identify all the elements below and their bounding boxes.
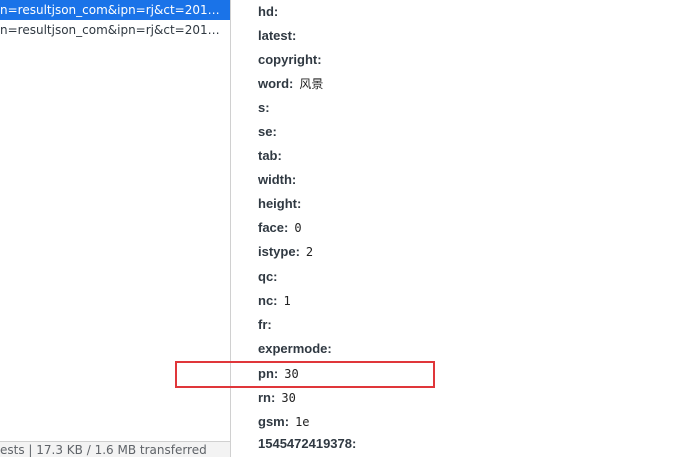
request-row[interactable]: n=resultjson_com&ipn=rj&ct=20132... bbox=[0, 20, 230, 40]
devtools-network-panel: n=resultjson_com&ipn=rj&ct=20132... n=re… bbox=[0, 0, 694, 457]
param-row-s: s: bbox=[258, 96, 276, 120]
param-row-face: face: 0 bbox=[258, 216, 302, 240]
param-row-pn: pn: 30 bbox=[258, 362, 299, 386]
param-row-tab: tab: bbox=[258, 144, 288, 168]
param-key: latest: bbox=[258, 28, 297, 43]
param-key: height: bbox=[258, 196, 302, 211]
param-key: s: bbox=[258, 100, 270, 115]
param-key: hd: bbox=[258, 4, 279, 19]
query-string-parameters: hd: latest: copyright: word: 风景 s: se: ta… bbox=[231, 0, 694, 457]
param-key: gsm: bbox=[258, 414, 290, 429]
param-key: nc: bbox=[258, 293, 278, 308]
param-row-latest: latest: bbox=[258, 24, 302, 48]
param-key: se: bbox=[258, 124, 277, 139]
request-row-selected[interactable]: n=resultjson_com&ipn=rj&ct=20132... bbox=[0, 0, 230, 20]
param-row-istype: istype: 2 bbox=[258, 240, 313, 264]
param-row-expermode: expermode: bbox=[258, 337, 338, 361]
request-list: n=resultjson_com&ipn=rj&ct=20132... n=re… bbox=[0, 0, 231, 457]
param-row-timestamp: 1545472419378: bbox=[258, 432, 362, 456]
param-value: 风景 bbox=[299, 77, 324, 91]
param-value: 1e bbox=[295, 415, 310, 429]
param-value: 2 bbox=[305, 245, 314, 259]
param-value: 30 bbox=[284, 367, 299, 381]
param-row-word: word: 风景 bbox=[258, 72, 323, 96]
param-key: pn: bbox=[258, 366, 279, 381]
param-key: tab: bbox=[258, 148, 282, 163]
param-row-height: height: bbox=[258, 192, 307, 216]
param-value: 0 bbox=[294, 221, 302, 235]
network-status-bar: ests | 17.3 KB / 1.6 MB transferred bbox=[0, 441, 230, 457]
param-key: width: bbox=[258, 172, 297, 187]
param-key: face: bbox=[258, 220, 289, 235]
param-row-qc: qc: bbox=[258, 265, 284, 289]
param-row-fr: fr: bbox=[258, 313, 278, 337]
param-row-width: width: bbox=[258, 168, 302, 192]
param-row-hd: hd: bbox=[258, 0, 284, 24]
param-key: rn: bbox=[258, 390, 276, 405]
param-row-rn: rn: 30 bbox=[258, 386, 296, 410]
param-row-nc: nc: 1 bbox=[258, 289, 291, 313]
param-key: qc: bbox=[258, 269, 278, 284]
param-key: fr: bbox=[258, 317, 272, 332]
param-key: 1545472419378: bbox=[258, 436, 357, 451]
param-key: copyright: bbox=[258, 52, 322, 67]
param-row-copyright: copyright: bbox=[258, 48, 328, 72]
param-row-se: se: bbox=[258, 120, 283, 144]
param-key: word: bbox=[258, 76, 294, 91]
status-summary-text: ests | 17.3 KB / 1.6 MB transferred bbox=[0, 443, 207, 457]
param-key: expermode: bbox=[258, 341, 332, 356]
param-value: 30 bbox=[281, 391, 296, 405]
param-key: istype: bbox=[258, 244, 300, 259]
param-value: 1 bbox=[283, 294, 291, 308]
param-row-gsm: gsm: 1e bbox=[258, 410, 310, 434]
